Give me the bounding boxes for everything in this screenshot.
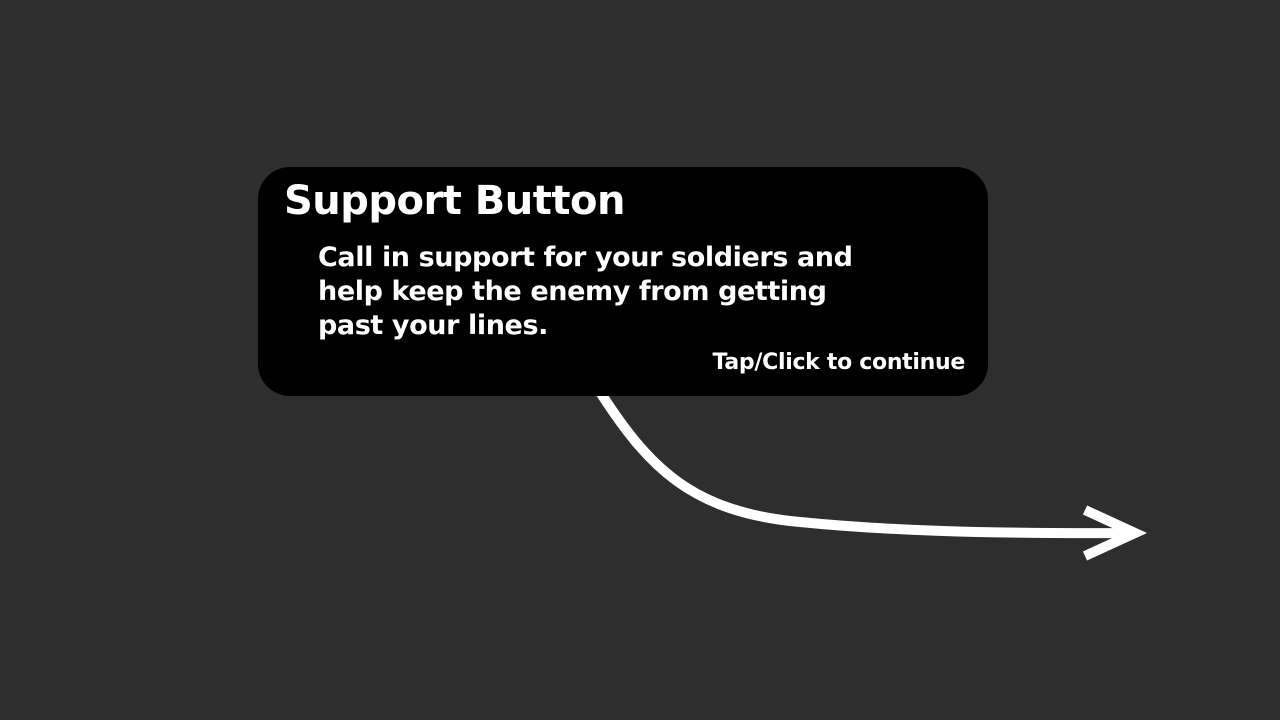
tooltip-body-line: Call in support for your soldiers and bbox=[318, 242, 853, 273]
tooltip-body-line: help keep the enemy from getting bbox=[318, 276, 827, 307]
tooltip-body: Call in support for your soldiers and he… bbox=[318, 241, 853, 343]
tooltip-title: Support Button bbox=[284, 178, 625, 224]
tutorial-tooltip[interactable]: Support Button Call in support for your … bbox=[258, 167, 988, 396]
game-stage: Support Button Call in support for your … bbox=[0, 0, 1280, 720]
tooltip-body-line: past your lines. bbox=[318, 310, 548, 341]
continue-prompt[interactable]: Tap/Click to continue bbox=[713, 348, 966, 378]
